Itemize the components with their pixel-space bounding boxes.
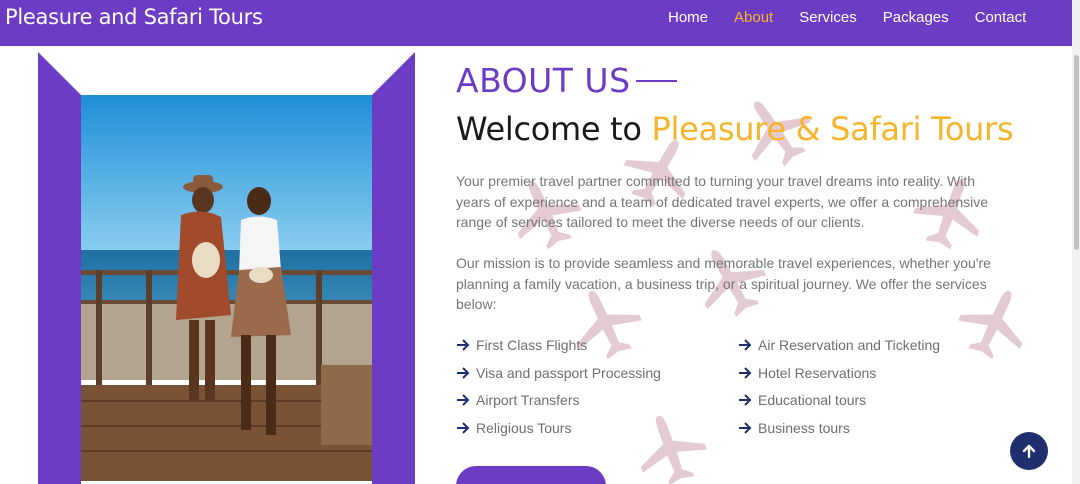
service-item: Air Reservation and Ticketing [738, 337, 940, 353]
brand-logo[interactable]: Pleasure and Safari Tours [5, 5, 263, 29]
service-label: Business tours [758, 420, 850, 436]
about-label-underline [636, 80, 677, 82]
arrow-right-icon [739, 367, 752, 379]
service-item: First Class Flights [456, 337, 587, 353]
arrow-right-icon [739, 339, 752, 351]
service-item: Educational tours [738, 392, 866, 408]
scrollbar-thumb[interactable] [1074, 55, 1079, 250]
service-item: Airport Transfers [456, 392, 579, 408]
nav-link-contact[interactable]: Contact [975, 9, 1027, 26]
arrow-up-icon [1022, 444, 1036, 459]
service-label: Air Reservation and Ticketing [758, 337, 941, 353]
about-paragraph-intro: Your premier travel partner committed to… [456, 173, 989, 230]
arrow-right-icon [739, 394, 752, 406]
about-section-label: ABOUT US [456, 61, 631, 100]
about-paragraph-mission: Our mission is to provide seamless and m… [456, 255, 991, 312]
service-item: Religious Tours [456, 420, 571, 436]
arrow-right-icon [457, 394, 470, 406]
read-more-button[interactable] [456, 466, 606, 484]
service-item: Visa and passport Processing [456, 365, 661, 381]
travelers-photo [81, 95, 372, 481]
navbar: Pleasure and Safari Tours Home About Ser… [0, 0, 1080, 46]
heading-prefix: Welcome to [456, 110, 652, 148]
nav-link-home[interactable]: Home [668, 9, 708, 26]
service-label: Educational tours [758, 392, 867, 408]
service-label: Airport Transfers [476, 392, 580, 408]
arrow-right-icon [739, 422, 752, 434]
service-item: Hotel Reservations [738, 365, 876, 381]
service-label: Religious Tours [476, 420, 572, 436]
about-heading: Welcome to Pleasure & Safari Tours [456, 110, 1014, 148]
heading-accent: Pleasure & Safari Tours [651, 110, 1014, 148]
nav-link-about[interactable]: About [734, 9, 773, 26]
back-to-top-button[interactable] [1010, 432, 1048, 470]
about-photo [81, 95, 372, 481]
arrow-right-icon [457, 339, 470, 351]
service-label: Visa and passport Processing [476, 365, 661, 381]
service-item: Business tours [738, 420, 850, 436]
service-label: First Class Flights [476, 337, 588, 353]
nav-links: Home About Services Packages Contact [668, 9, 1052, 26]
arrow-right-icon [457, 422, 470, 434]
airplane-icon [626, 404, 714, 484]
nav-link-packages[interactable]: Packages [883, 9, 949, 26]
arrow-right-icon [457, 367, 470, 379]
nav-link-services[interactable]: Services [799, 9, 857, 26]
service-label: Hotel Reservations [758, 365, 877, 381]
